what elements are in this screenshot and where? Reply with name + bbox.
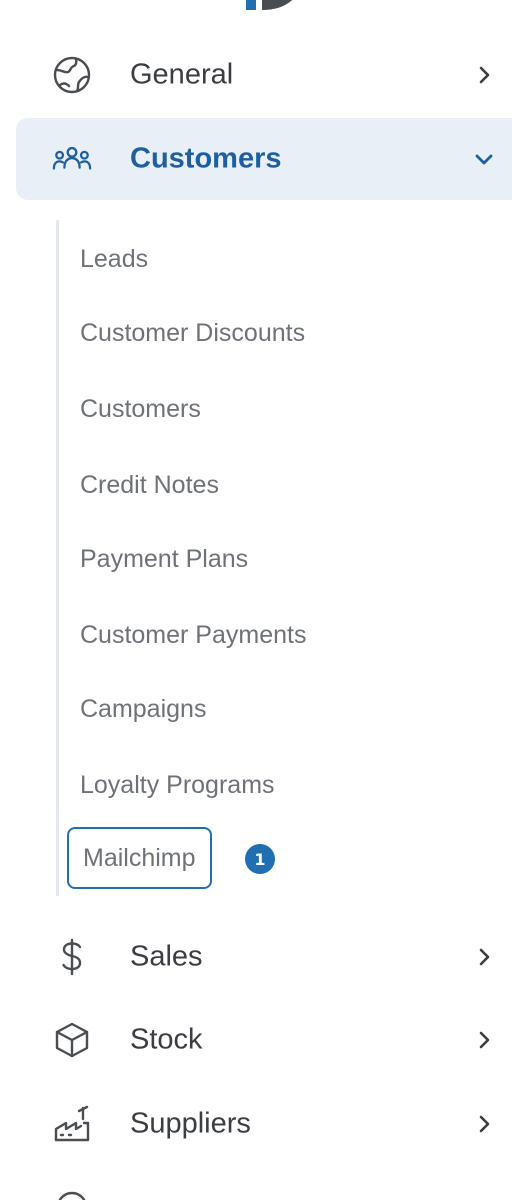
submenu-item-payment-plans[interactable]: Payment Plans xyxy=(80,537,248,581)
sidebar-item-sales[interactable]: Sales xyxy=(16,916,512,998)
users-icon xyxy=(52,139,92,179)
notification-badge: 1 xyxy=(245,844,275,874)
submenu-item-leads[interactable]: Leads xyxy=(80,237,148,281)
sidebar-item-label: Stock xyxy=(130,1023,203,1056)
submenu-item-loyalty-programs[interactable]: Loyalty Programs xyxy=(80,763,275,807)
sidebar-item-customers[interactable]: Customers xyxy=(16,118,512,200)
sidebar-nav: General Customers Leads Customer Discoun… xyxy=(0,0,512,1200)
submenu-item-customer-payments[interactable]: Customer Payments xyxy=(80,613,306,657)
dollar-icon xyxy=(52,937,92,977)
partial-icon xyxy=(52,1187,92,1200)
sidebar-item-label: Suppliers xyxy=(130,1107,251,1140)
box-icon xyxy=(52,1020,92,1060)
sidebar-item-label: Customers xyxy=(130,142,282,175)
sidebar-item-label: Sales xyxy=(130,940,203,973)
globe-icon xyxy=(52,55,92,95)
submenu-item-customer-discounts[interactable]: Customer Discounts xyxy=(80,311,305,355)
customers-submenu: Leads Customer Discounts Customers Credi… xyxy=(56,220,512,896)
submenu-item-credit-notes[interactable]: Credit Notes xyxy=(80,463,219,507)
brand-logo-icon xyxy=(246,0,293,10)
sidebar-item-clipped[interactable] xyxy=(16,1166,512,1200)
sidebar-item-label: General xyxy=(130,58,234,91)
submenu-item-mailchimp[interactable]: Mailchimp xyxy=(67,827,212,889)
submenu-item-customers[interactable]: Customers xyxy=(80,387,201,431)
sidebar-item-general[interactable]: General xyxy=(16,34,512,116)
chevron-down-icon xyxy=(474,149,494,169)
chevron-right-icon xyxy=(474,65,494,85)
factory-icon xyxy=(52,1104,92,1144)
sidebar-item-suppliers[interactable]: Suppliers xyxy=(16,1083,512,1165)
submenu-item-campaigns[interactable]: Campaigns xyxy=(80,687,206,731)
sidebar-item-stock[interactable]: Stock xyxy=(16,999,512,1081)
chevron-right-icon xyxy=(474,947,494,967)
chevron-right-icon xyxy=(474,1030,494,1050)
chevron-right-icon xyxy=(474,1114,494,1134)
